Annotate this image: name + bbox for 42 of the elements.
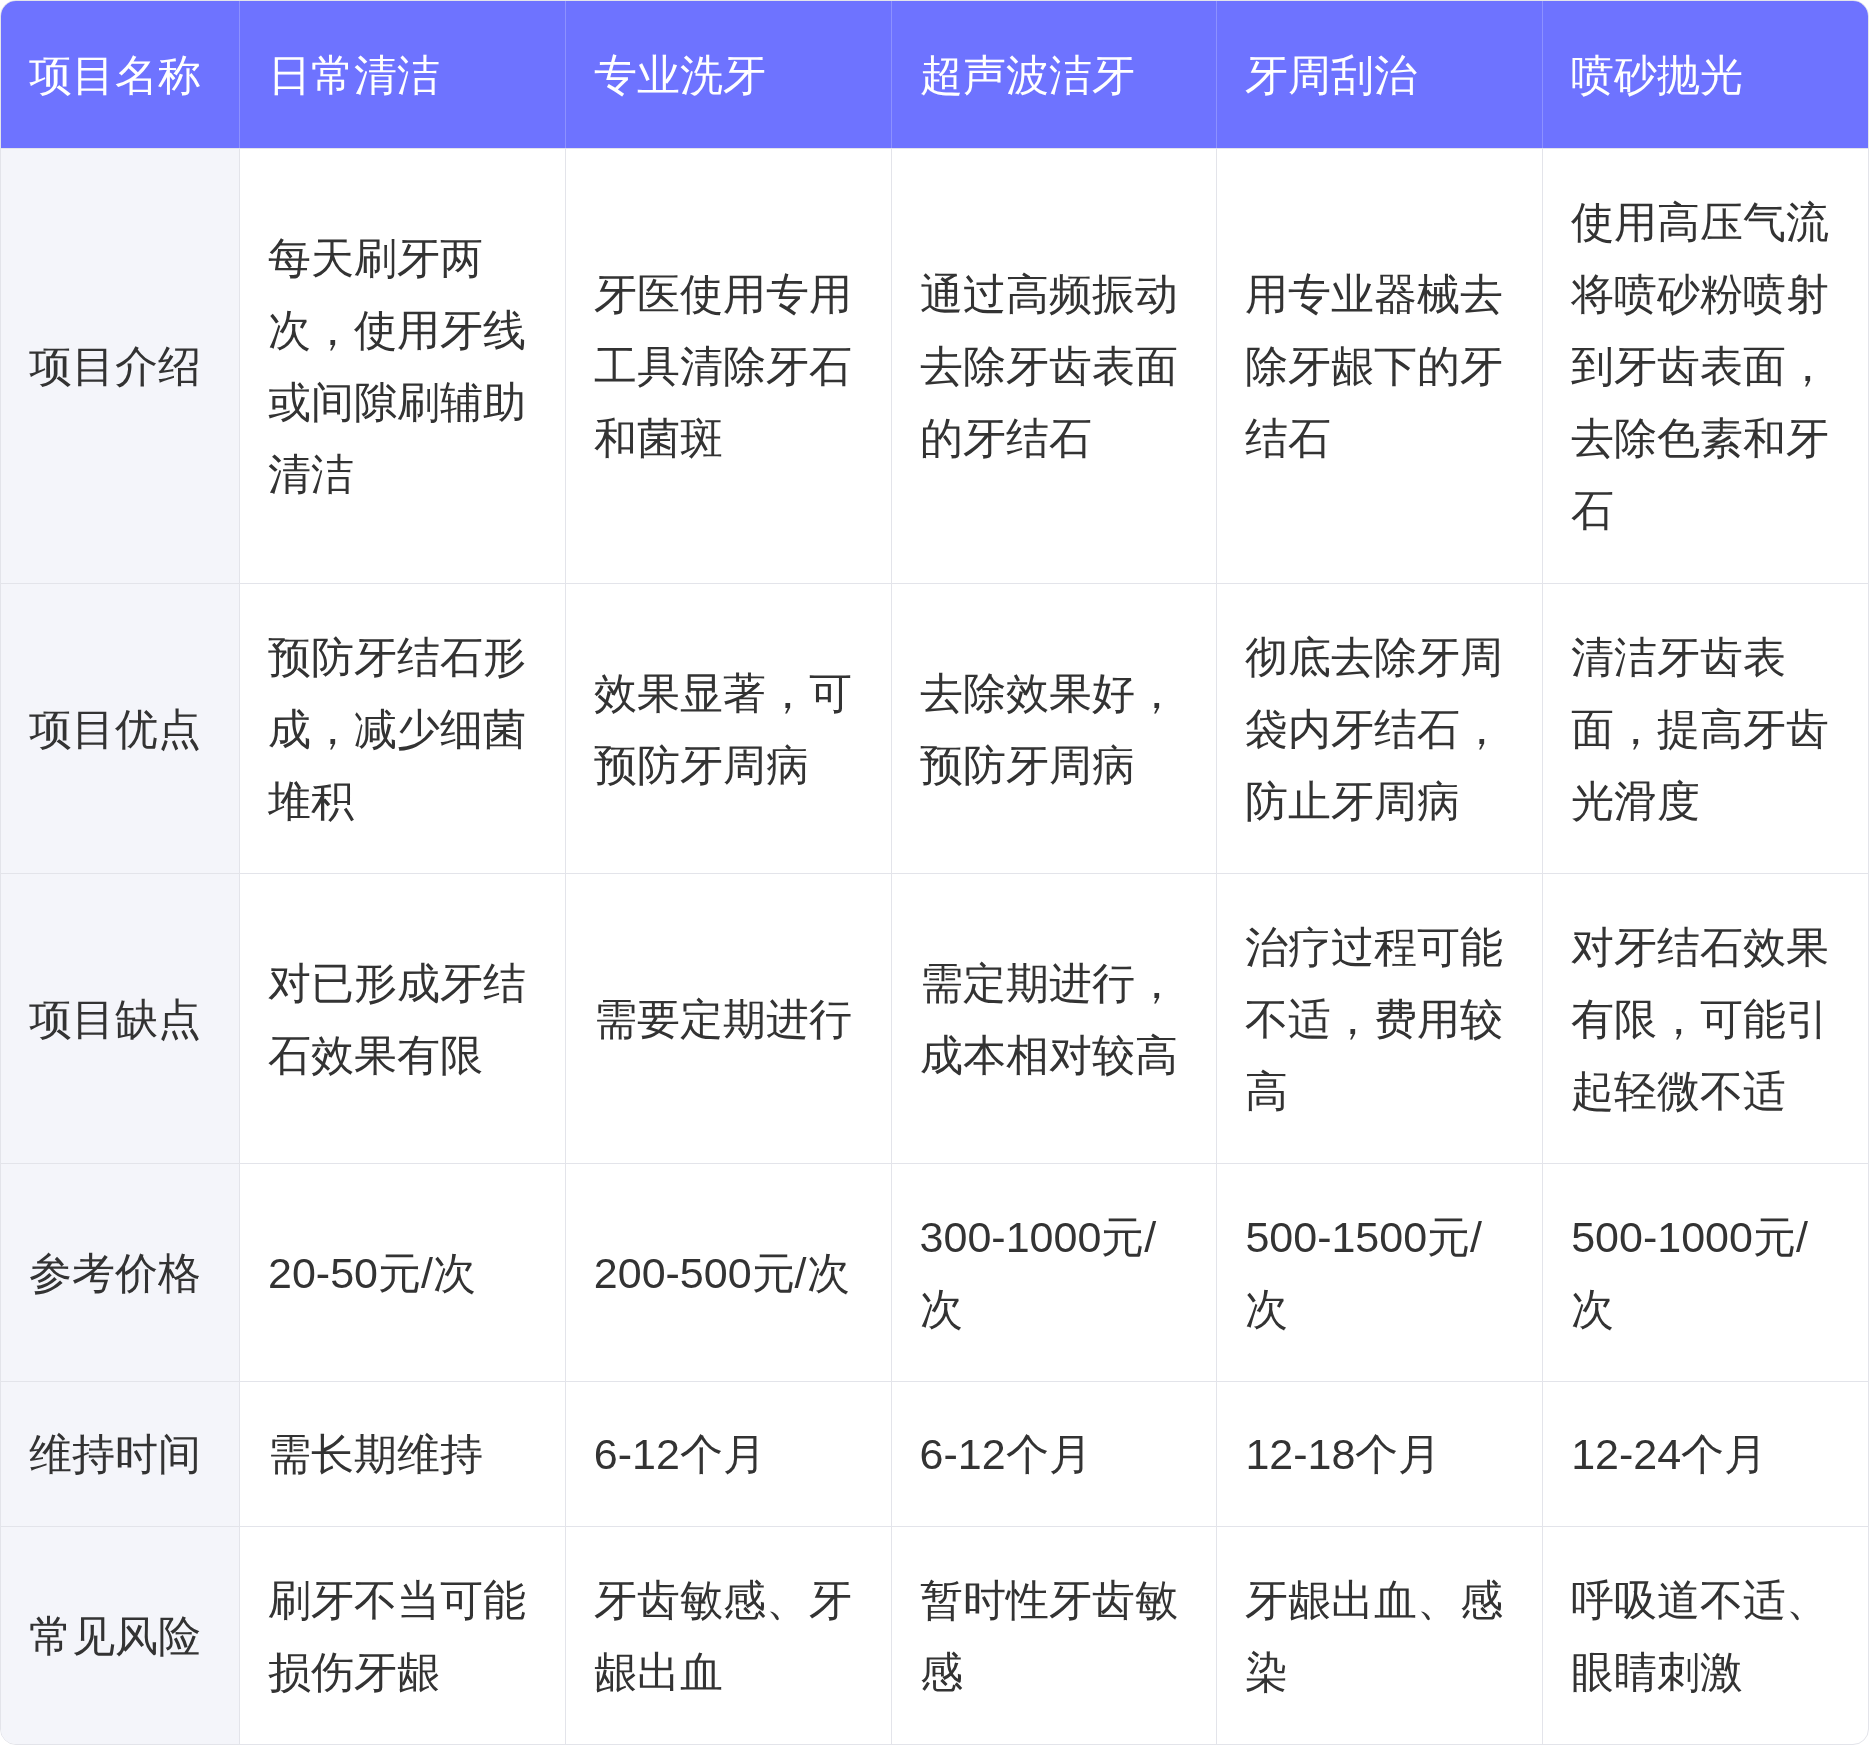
table-cell: 暂时性牙齿敏感 [890, 1527, 1217, 1744]
table-cell: 500-1500元/次 [1216, 1164, 1543, 1381]
table-cell: 需定期进行，成本相对较高 [890, 874, 1217, 1163]
table-cell: 12-24个月 [1542, 1382, 1868, 1526]
table-cell: 牙医使用专用工具清除牙石和菌斑 [564, 149, 891, 583]
table-cell: 200-500元/次 [564, 1164, 891, 1381]
table-cell: 去除效果好，预防牙周病 [890, 584, 1217, 873]
column-header: 超声波洁牙 [890, 1, 1217, 148]
table-cell: 6-12个月 [564, 1382, 891, 1526]
row-header: 项目介绍 [1, 149, 239, 583]
table-cell: 对牙结石效果有限，可能引起轻微不适 [1542, 874, 1868, 1163]
table-cell: 6-12个月 [890, 1382, 1217, 1526]
column-header: 项目名称 [28, 49, 202, 101]
table-cell: 12-18个月 [1216, 1382, 1543, 1526]
table-cell: 使用高压气流将喷砂粉喷射到牙齿表面，去除色素和牙石 [1542, 149, 1868, 583]
table-cell: 500-1000元/次 [1542, 1164, 1868, 1381]
table-cell: 每天刷牙两次，使用牙线或间隙刷辅助清洁 [239, 149, 565, 583]
column-header: 日常清洁 [239, 1, 565, 148]
table-cell: 彻底去除牙周袋内牙结石，防止牙周病 [1216, 584, 1543, 873]
table-cell: 清洁牙齿表面，提高牙齿光滑度 [1542, 584, 1868, 873]
row-header: 参考价格 [1, 1164, 239, 1381]
table-cell: 呼吸道不适、眼睛刺激 [1542, 1527, 1868, 1744]
row-header: 项目缺点 [1, 874, 239, 1163]
table-cell: 用专业器械去除牙龈下的牙结石 [1216, 149, 1543, 583]
table-cell: 刷牙不当可能损伤牙龈 [239, 1527, 565, 1744]
table-cell: 治疗过程可能不适，费用较高 [1216, 874, 1543, 1163]
table-cell: 需长期维持 [239, 1382, 565, 1526]
column-header: 喷砂抛光 [1542, 1, 1868, 148]
table-cell: 通过高频振动去除牙齿表面的牙结石 [890, 149, 1217, 583]
row-header: 项目优点 [1, 584, 239, 873]
table-cell: 牙齿敏感、牙龈出血 [564, 1527, 891, 1744]
row-header: 维持时间 [1, 1382, 239, 1526]
table-cell: 对已形成牙结石效果有限 [239, 874, 565, 1163]
column-header: 专业洗牙 [564, 1, 891, 148]
table-cell: 300-1000元/次 [890, 1164, 1217, 1381]
column-header: 牙周刮治 [1216, 1, 1543, 148]
row-header: 常见风险 [1, 1527, 239, 1744]
table-cell: 20-50元/次 [239, 1164, 565, 1381]
table-cell: 预防牙结石形成，减少细菌堆积 [239, 584, 565, 873]
table-cell: 牙龈出血、感染 [1216, 1527, 1543, 1744]
table-cell: 需要定期进行 [564, 874, 891, 1163]
table-cell: 效果显著，可预防牙周病 [564, 584, 891, 873]
